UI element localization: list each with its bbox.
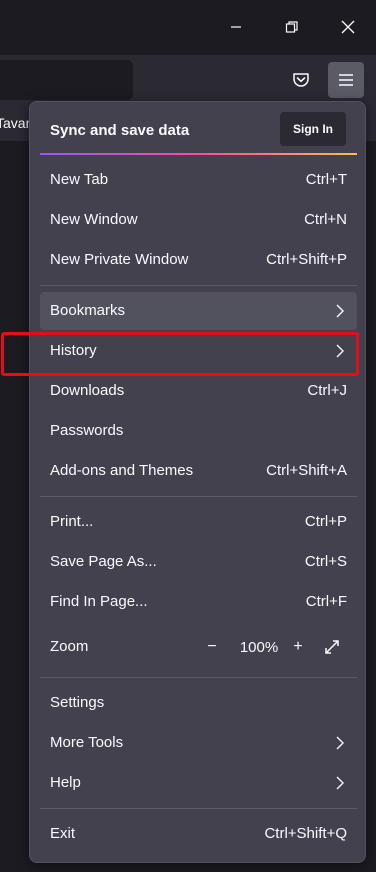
menu-item-new-tab[interactable]: New Tab Ctrl+T (40, 161, 357, 199)
menu-item-label: Settings (50, 694, 105, 711)
menu-separator (40, 677, 357, 678)
minimize-icon (231, 26, 241, 28)
menu-item-shortcut: Ctrl+N (304, 211, 347, 228)
menu-item-label: Find In Page... (50, 593, 148, 610)
menu-item-label: New Window (50, 211, 138, 228)
menu-item-label: Bookmarks (50, 302, 126, 319)
menu-item-shortcut: Ctrl+J (307, 382, 347, 399)
menu-item-more-tools[interactable]: More Tools (40, 724, 357, 762)
menu-separator (40, 285, 357, 286)
menu-separator (40, 808, 357, 809)
chevron-right-icon (336, 736, 344, 750)
zoom-in-icon: + (293, 638, 303, 655)
menu-item-passwords[interactable]: Passwords (40, 412, 357, 450)
title-bar (0, 0, 376, 55)
menu-item-help[interactable]: Help (40, 764, 357, 802)
menu-item-new-window[interactable]: New Window Ctrl+N (40, 201, 357, 239)
menu-item-label: Save Page As... (50, 553, 157, 570)
app-menu-panel: Sync and save data Sign In New Tab Ctrl+… (29, 101, 366, 863)
menu-item-shortcut: Ctrl+S (304, 553, 347, 570)
menu-item-label: Print... (50, 513, 94, 530)
menu-item-shortcut: Ctrl+P (304, 513, 347, 530)
menu-item-label: Passwords (50, 422, 124, 439)
zoom-level[interactable]: 100% (234, 635, 284, 659)
menu-item-shortcut: Ctrl+Shift+Q (264, 825, 347, 842)
zoom-row: Zoom − 100% + (40, 628, 357, 666)
menu-item-label: More Tools (50, 734, 124, 751)
restore-icon (285, 21, 298, 33)
pocket-icon (293, 73, 309, 87)
menu-item-label: Exit (50, 825, 76, 842)
sign-in-button[interactable]: Sign In (280, 112, 346, 146)
menu-item-exit[interactable]: Exit Ctrl+Shift+Q (40, 815, 357, 853)
menu-item-new-private-window[interactable]: New Private Window Ctrl+Shift+P (40, 241, 357, 279)
hamburger-menu-icon (339, 74, 353, 86)
chevron-right-icon (336, 776, 344, 790)
menu-item-label: New Private Window (50, 251, 189, 268)
menu-item-shortcut: Ctrl+Shift+P (266, 251, 347, 268)
menu-item-label: Downloads (50, 382, 125, 399)
menu-item-settings[interactable]: Settings (40, 684, 357, 722)
menu-item-label: Add-ons and Themes (50, 462, 194, 479)
zoom-out-icon: − (207, 638, 217, 655)
zoom-in-button[interactable]: + (287, 635, 309, 659)
url-bar[interactable] (0, 60, 133, 100)
sync-gradient-divider (40, 153, 357, 155)
minimize-button[interactable] (219, 10, 253, 44)
zoom-out-button[interactable]: − (201, 635, 223, 659)
menu-item-save-page-as[interactable]: Save Page As... Ctrl+S (40, 543, 357, 581)
restore-button[interactable] (275, 10, 309, 44)
menu-item-print[interactable]: Print... Ctrl+P (40, 503, 357, 541)
menu-item-find-in-page[interactable]: Find In Page... Ctrl+F (40, 583, 357, 621)
history-highlight-box (1, 332, 359, 376)
close-icon (341, 20, 355, 34)
fullscreen-icon (325, 640, 339, 654)
menu-item-shortcut: Ctrl+Shift+A (266, 462, 347, 479)
zoom-label: Zoom (50, 638, 89, 655)
menu-item-downloads[interactable]: Downloads Ctrl+J (40, 372, 357, 410)
menu-item-addons-themes[interactable]: Add-ons and Themes Ctrl+Shift+A (40, 452, 357, 490)
close-window-button[interactable] (331, 10, 365, 44)
menu-item-label: Help (50, 774, 81, 791)
pocket-button[interactable] (283, 62, 319, 98)
menu-item-shortcut: Ctrl+F (305, 593, 347, 610)
sync-title: Sync and save data (50, 122, 190, 139)
app-menu-button[interactable] (328, 62, 364, 98)
menu-item-label: New Tab (50, 171, 109, 188)
fullscreen-button[interactable] (320, 635, 344, 659)
chevron-right-icon (336, 304, 344, 318)
menu-item-shortcut: Ctrl+T (305, 171, 347, 188)
menu-item-bookmarks[interactable]: Bookmarks (40, 292, 357, 330)
menu-separator (40, 496, 357, 497)
